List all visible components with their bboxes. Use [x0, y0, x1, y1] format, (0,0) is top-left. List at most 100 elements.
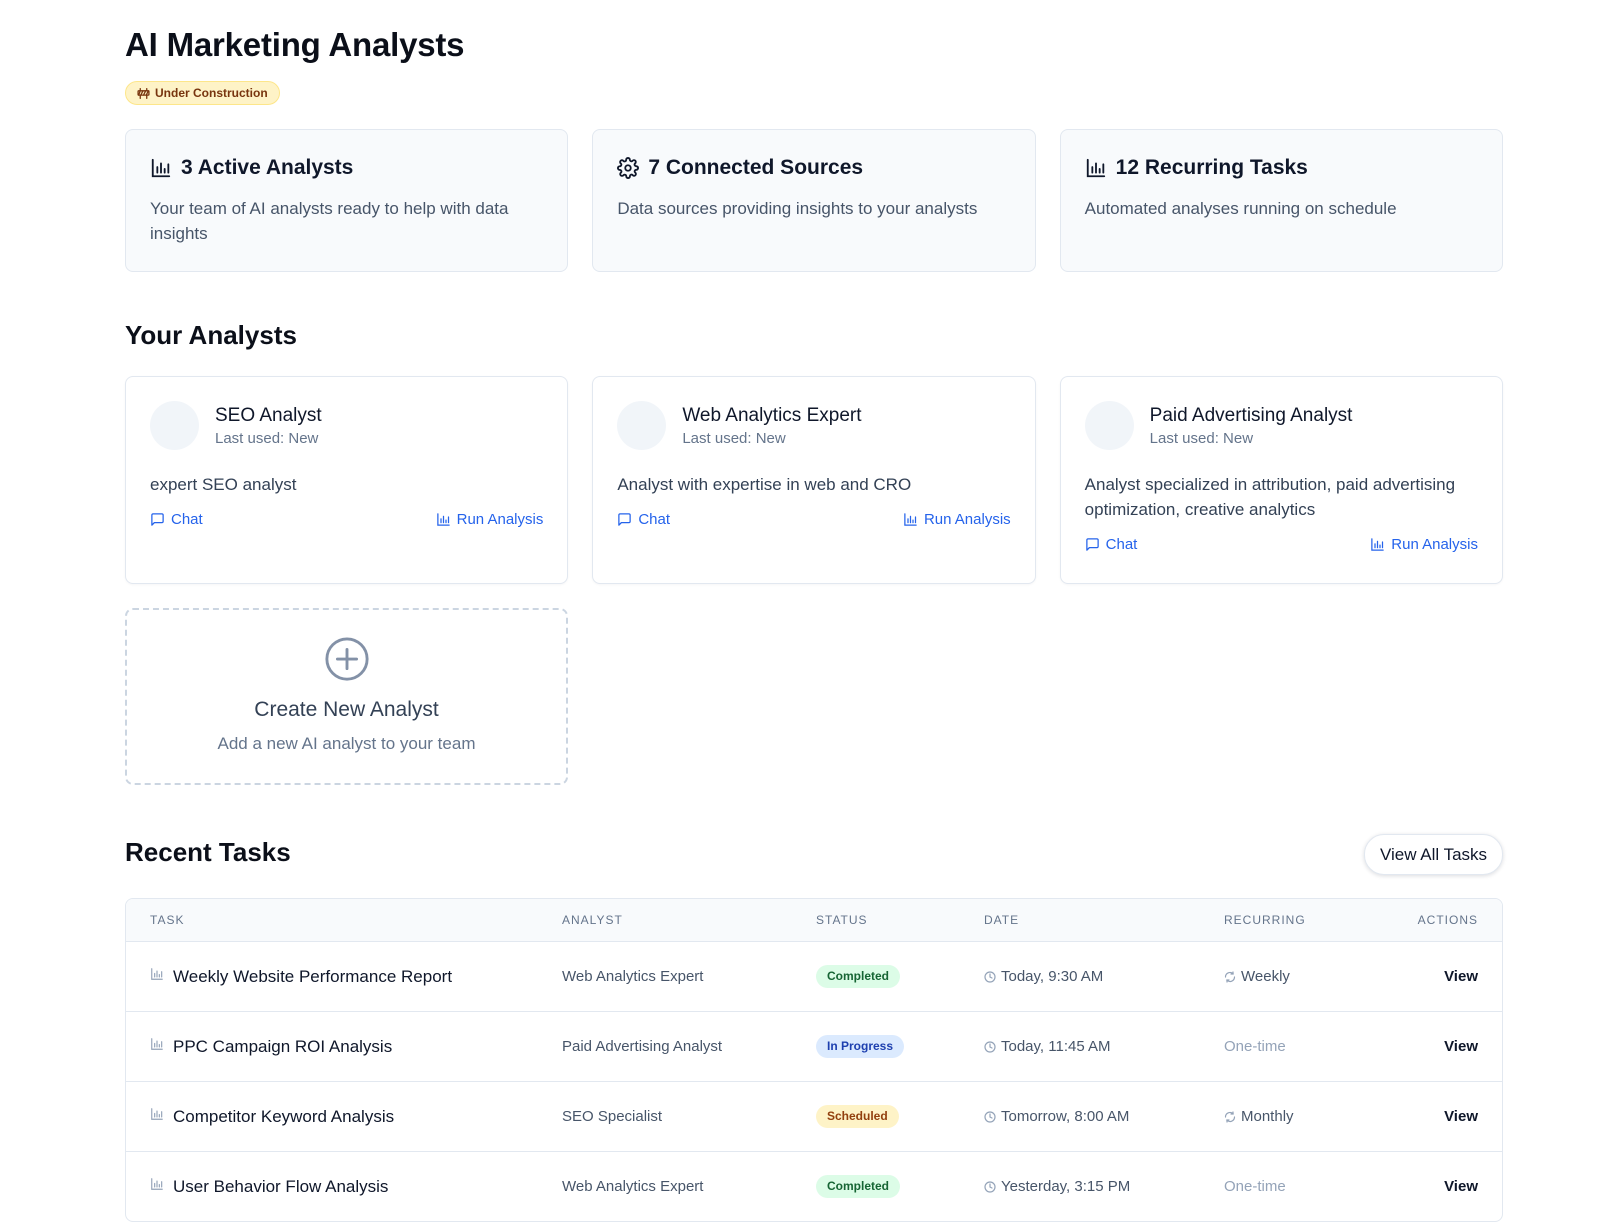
table-row: Competitor Keyword Analysis SEO Speciali…	[126, 1081, 1502, 1151]
create-new-analyst-card[interactable]: Create New Analyst Add a new AI analyst …	[125, 608, 568, 785]
column-header-actions: ACTIONS	[1417, 913, 1478, 927]
stat-title: 12 Recurring Tasks	[1115, 156, 1308, 179]
recent-tasks-title: Recent Tasks	[125, 837, 291, 867]
column-header-date: DATE	[984, 913, 1020, 927]
chat-label: Chat	[171, 511, 203, 528]
stat-card-recurring-tasks: 12 Recurring Tasks Automated analyses ru…	[1059, 129, 1503, 272]
analyst-description: expert SEO analyst	[150, 475, 297, 494]
task-name: Competitor Keyword Analysis	[173, 1106, 395, 1126]
stat-description: Data sources providing insights to your …	[617, 199, 978, 218]
task-recurring: One-time	[1224, 1038, 1286, 1055]
analyst-description: Analyst specialized in attribution, paid…	[1084, 475, 1456, 519]
clock-icon	[984, 1040, 996, 1053]
view-task-button[interactable]: View	[1444, 1038, 1478, 1055]
task-analyst: Paid Advertising Analyst	[562, 1038, 723, 1055]
view-all-tasks-button[interactable]: View All Tasks	[1364, 834, 1503, 875]
bar-chart-icon	[151, 1108, 163, 1120]
analyst-cards: SEO Analyst Last used: New expert SEO an…	[125, 376, 1503, 584]
analysts-section-title: Your Analysts	[125, 320, 297, 350]
run-analysis-label: Run Analysis	[456, 511, 544, 528]
task-recurring: Weekly	[1241, 968, 1290, 985]
page: AI Marketing Analysts Under Construction…	[0, 0, 1608, 1230]
analyst-name: Paid Advertising Analyst	[1149, 404, 1353, 426]
task-analyst: Web Analytics Expert	[562, 968, 704, 985]
task-name: User Behavior Flow Analysis	[173, 1176, 389, 1196]
refresh-icon	[1224, 970, 1236, 983]
table-row: PPC Campaign ROI Analysis Paid Advertisi…	[126, 1011, 1502, 1081]
stat-card-active-analysts: 3 Active Analysts Your team of AI analys…	[125, 129, 569, 272]
analyst-name: SEO Analyst	[215, 404, 322, 426]
run-analysis-button[interactable]: Run Analysis	[436, 511, 544, 528]
table-header: TASK ANALYST STATUS DATE RECURRING ACTIO…	[126, 899, 1502, 941]
analyst-description: Analyst with expertise in web and CRO	[617, 475, 912, 494]
chat-button[interactable]: Chat	[150, 511, 203, 528]
clock-icon	[984, 1180, 996, 1193]
stat-description: Your team of AI analysts ready to help w…	[150, 199, 509, 243]
create-analyst-subtitle: Add a new AI analyst to your team	[217, 734, 476, 753]
status-badge: Completed	[816, 965, 901, 988]
column-header-task: TASK	[150, 913, 185, 927]
bar-chart-icon	[1086, 158, 1105, 178]
chat-button[interactable]: Chat	[1085, 536, 1138, 553]
avatar	[617, 401, 667, 450]
chat-button[interactable]: Chat	[617, 511, 670, 528]
plus-circle-icon	[324, 637, 369, 681]
analyst-card-web-analytics: Web Analytics Expert Last used: New Anal…	[592, 376, 1036, 584]
task-date: Tomorrow, 8:00 AM	[1001, 1108, 1130, 1125]
column-header-analyst: ANALYST	[562, 913, 623, 927]
badge-label: Under Construction	[155, 86, 268, 100]
page-title: AI Marketing Analysts	[125, 26, 465, 63]
bar-chart-icon	[151, 158, 171, 178]
analyst-last-used: Last used: New	[682, 429, 786, 447]
chat-icon	[151, 513, 164, 526]
task-analyst: SEO Specialist	[562, 1108, 663, 1125]
task-recurring: Monthly	[1241, 1108, 1294, 1125]
chat-icon	[618, 513, 632, 526]
gear-icon	[617, 157, 640, 179]
column-header-recurring: RECURRING	[1224, 913, 1306, 927]
bar-chart-icon	[436, 513, 450, 526]
task-analyst: Web Analytics Expert	[562, 1178, 704, 1195]
clock-icon	[984, 970, 996, 983]
bar-chart-icon	[151, 1038, 163, 1050]
analyst-last-used: Last used: New	[1149, 429, 1254, 447]
column-header-status: STATUS	[816, 913, 868, 927]
task-name: PPC Campaign ROI Analysis	[173, 1036, 393, 1056]
stat-description: Automated analyses running on schedule	[1084, 199, 1397, 218]
table-row: User Behavior Flow Analysis Web Analytic…	[126, 1151, 1502, 1221]
stats-row: 3 Active Analysts Your team of AI analys…	[125, 129, 1503, 272]
status-badge: Completed	[816, 1175, 901, 1198]
table-row: Weekly Website Performance Report Web An…	[126, 941, 1502, 1011]
bar-chart-icon	[1371, 538, 1385, 551]
run-analysis-button[interactable]: Run Analysis	[1370, 536, 1478, 553]
task-name: Weekly Website Performance Report	[173, 966, 453, 986]
run-analysis-label: Run Analysis	[923, 511, 1011, 528]
view-task-button[interactable]: View	[1444, 1178, 1478, 1195]
task-recurring: One-time	[1224, 1178, 1286, 1195]
analyst-last-used: Last used: New	[215, 429, 319, 447]
bar-chart-icon	[904, 513, 917, 526]
run-analysis-button[interactable]: Run Analysis	[903, 511, 1011, 528]
bar-chart-icon	[151, 1178, 163, 1190]
task-date: Today, 11:45 AM	[1001, 1038, 1111, 1055]
construction-icon	[137, 87, 150, 99]
view-task-button[interactable]: View	[1444, 968, 1478, 985]
analyst-card-paid-advertising: Paid Advertising Analyst Last used: New …	[1059, 376, 1503, 584]
create-analyst-title: Create New Analyst	[254, 698, 439, 721]
refresh-icon	[1224, 1110, 1236, 1123]
status-badge: Scheduled	[816, 1105, 899, 1128]
chat-label: Chat	[638, 511, 671, 528]
clock-icon	[984, 1110, 996, 1123]
chat-label: Chat	[1105, 536, 1138, 553]
analyst-card-seo: SEO Analyst Last used: New expert SEO an…	[125, 376, 569, 584]
avatar	[150, 401, 199, 450]
tasks-table: TASK ANALYST STATUS DATE RECURRING ACTIO…	[125, 898, 1503, 1222]
stat-card-connected-sources: 7 Connected Sources Data sources providi…	[592, 129, 1036, 272]
task-date: Yesterday, 3:15 PM	[1001, 1178, 1131, 1195]
view-task-button[interactable]: View	[1444, 1108, 1478, 1125]
chat-icon	[1085, 538, 1099, 551]
analyst-name: Web Analytics Expert	[682, 404, 862, 426]
run-analysis-label: Run Analysis	[1391, 536, 1478, 553]
under-construction-badge: Under Construction	[125, 81, 280, 105]
task-date: Today, 9:30 AM	[1001, 968, 1104, 985]
